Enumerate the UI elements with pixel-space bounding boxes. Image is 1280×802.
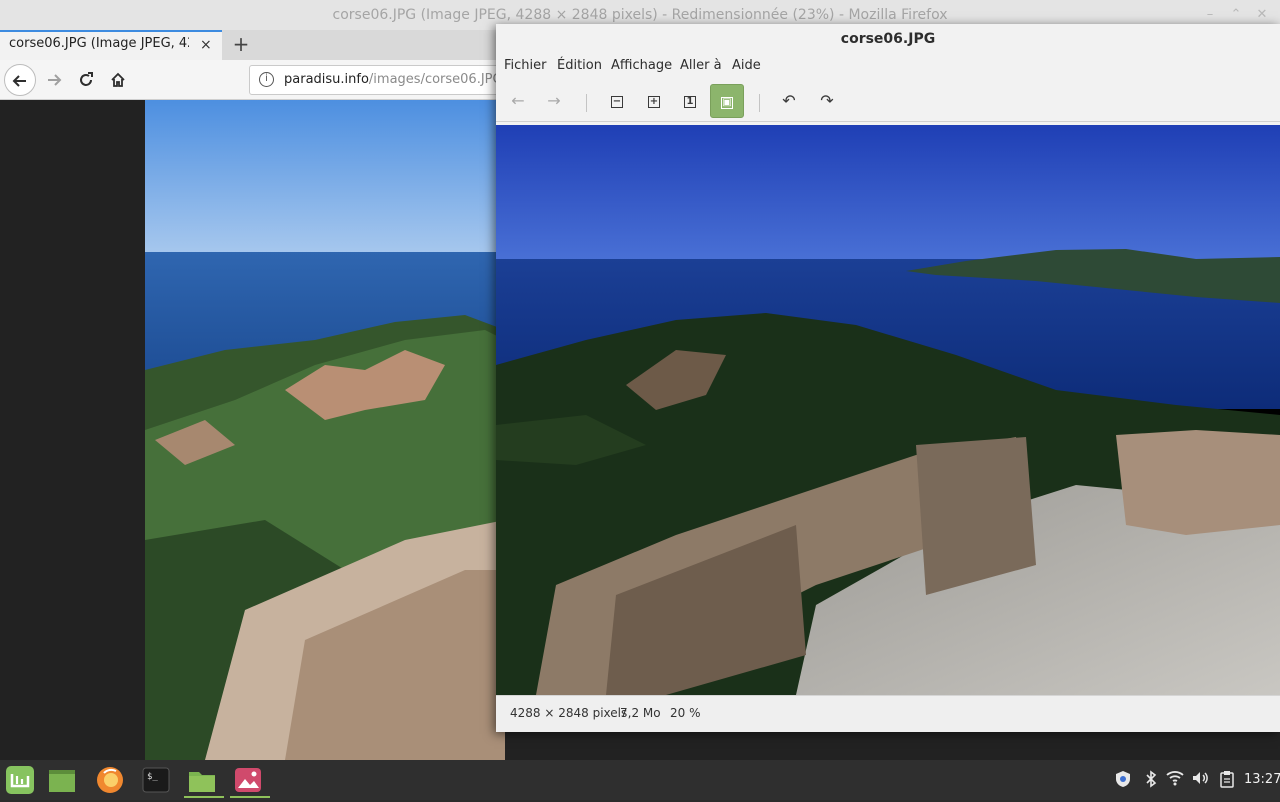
tab-close-icon[interactable]: ×: [200, 37, 212, 53]
image-dimensions: 4288 × 2848 pixels: [510, 706, 628, 720]
viewer-toolbar: ← → − + 1 ▣ ↶ ↷: [496, 82, 1280, 122]
bluetooth-icon-glyph: [1146, 770, 1157, 788]
zoom-out-icon: −: [611, 95, 623, 108]
best-fit-icon: ▣: [721, 96, 733, 109]
zoom-normal-button[interactable]: 1: [673, 84, 707, 118]
files-launcher[interactable]: [184, 762, 224, 798]
firefox-launcher[interactable]: [92, 762, 132, 798]
arrow-left-icon: [12, 75, 26, 87]
firefox-icon: [97, 767, 123, 793]
zoom-level: 20 %: [670, 706, 701, 720]
wifi-icon-glyph: [1166, 771, 1184, 786]
rotate-right-icon: ↷: [820, 91, 834, 110]
clock[interactable]: 13:27: [1244, 772, 1280, 787]
rotate-right-button[interactable]: ↷: [810, 84, 844, 118]
zoom-in-button[interactable]: +: [637, 84, 671, 118]
image-viewer-icon: [235, 768, 261, 792]
clipboard-icon[interactable]: [1217, 770, 1237, 790]
mint-menu-button[interactable]: [2, 762, 42, 798]
show-desktop-button[interactable]: [44, 762, 84, 798]
image-viewer-launcher[interactable]: [230, 762, 270, 798]
show-desktop-icon: [49, 770, 75, 792]
url-bar[interactable]: i paradisu.info/images/corse06.JPG: [249, 65, 509, 95]
url-text: paradisu.info/images/corse06.JPG: [284, 72, 503, 87]
menu-aller-a[interactable]: Aller à: [680, 58, 722, 73]
image-file-size: 7,2 Mo: [620, 706, 661, 720]
shield-icon-glyph: [1116, 771, 1130, 787]
rotate-left-button[interactable]: ↶: [772, 84, 806, 118]
terminal-launcher[interactable]: $_: [138, 762, 178, 798]
terminal-icon: $_: [142, 767, 170, 793]
files-icon: [189, 772, 215, 792]
volume-icon[interactable]: [1190, 770, 1210, 790]
viewer-title: corse06.JPG: [840, 31, 936, 47]
forward-button[interactable]: [38, 64, 70, 96]
clipboard-icon-glyph: [1220, 771, 1234, 788]
menu-fichier[interactable]: Fichier: [504, 58, 547, 73]
next-image-button[interactable]: →: [537, 84, 571, 118]
zoom-in-icon: +: [648, 95, 660, 108]
rotate-left-icon: ↶: [782, 91, 796, 110]
wifi-icon[interactable]: [1165, 770, 1185, 790]
reload-icon: [80, 72, 93, 86]
viewer-image-canvas[interactable]: [496, 125, 1280, 695]
tab-corse06[interactable]: corse06.JPG (Image JPEG, 4288 × ×: [0, 30, 222, 60]
menu-aide[interactable]: Aide: [732, 58, 761, 73]
viewer-statusbar: 4288 × 2848 pixels 7,2 Mo 20 %: [496, 695, 1280, 732]
arrow-left-icon: ←: [511, 91, 525, 110]
toolbar-separator: [586, 94, 587, 112]
shield-icon[interactable]: [1113, 770, 1133, 790]
zoom-out-button[interactable]: −: [600, 84, 634, 118]
menu-affichage[interactable]: Affichage: [611, 58, 672, 73]
corsica-photo: [496, 125, 1280, 695]
menu-bar: Fichier Édition Affichage Aller à Aide: [496, 54, 1280, 80]
toolbar-separator: [759, 94, 760, 112]
new-tab-button[interactable]: +: [231, 33, 251, 55]
mint-menu-icon: [6, 766, 34, 794]
home-button[interactable]: [102, 64, 134, 96]
arrow-right-icon: [48, 74, 62, 86]
maximize-icon[interactable]: ⌃: [1227, 6, 1245, 24]
viewer-title-bar[interactable]: corse06.JPG: [496, 24, 1280, 54]
menu-edition[interactable]: Édition: [557, 58, 602, 73]
url-path: /images/corse06.JPG: [368, 72, 503, 87]
image-viewer-window: corse06.JPG Fichier Édition Affichage Al…: [496, 24, 1280, 732]
arrow-right-icon: →: [547, 91, 561, 110]
zoom-normal-icon: 1: [684, 95, 696, 108]
previous-image-button[interactable]: ←: [501, 84, 535, 118]
firefox-window-title: corse06.JPG (Image JPEG, 4288 × 2848 pix…: [332, 7, 948, 23]
home-icon: [111, 72, 125, 87]
site-info-icon[interactable]: i: [259, 72, 274, 87]
reload-button[interactable]: [70, 64, 102, 96]
svg-text:$_: $_: [147, 772, 158, 782]
close-icon[interactable]: ✕: [1253, 6, 1271, 24]
taskbar: $_ 13:27: [0, 760, 1280, 800]
tab-label: corse06.JPG (Image JPEG, 4288 ×: [9, 36, 189, 51]
bluetooth-icon[interactable]: [1141, 770, 1161, 790]
url-domain: paradisu.info: [284, 72, 369, 87]
volume-icon-glyph: [1193, 772, 1208, 784]
minimize-icon[interactable]: –: [1201, 6, 1219, 24]
best-fit-button[interactable]: ▣: [710, 84, 744, 118]
back-button[interactable]: [4, 64, 36, 96]
